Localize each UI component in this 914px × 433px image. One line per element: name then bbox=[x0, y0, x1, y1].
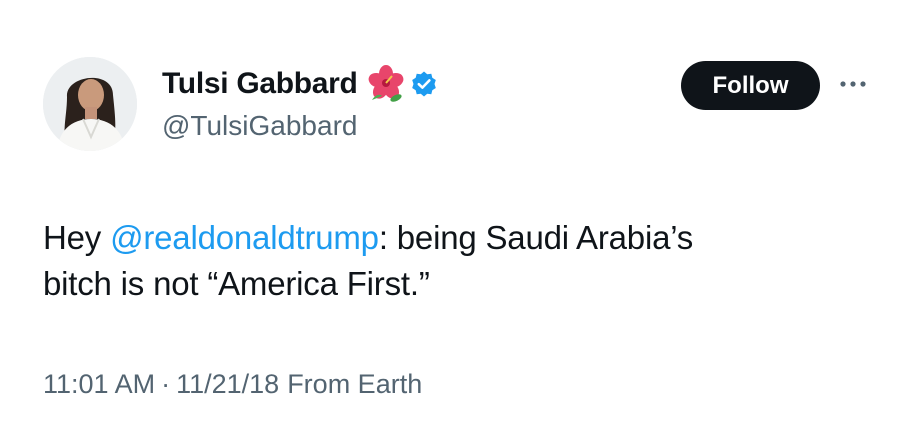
avatar[interactable] bbox=[43, 57, 137, 151]
hibiscus-icon bbox=[366, 64, 406, 104]
follow-button[interactable]: Follow bbox=[681, 61, 820, 110]
more-options-button[interactable] bbox=[838, 72, 868, 96]
tweet-text: Hey @realdonaldtrump: being Saudi Arabia… bbox=[43, 215, 883, 307]
user-handle[interactable]: @TulsiGabbard bbox=[162, 108, 438, 144]
tweet-text-line1-rest: : being Saudi Arabia’s bbox=[378, 219, 694, 256]
mention-link[interactable]: @realdonaldtrump bbox=[110, 219, 379, 256]
avatar-portrait-icon bbox=[43, 57, 137, 151]
more-horizontal-icon bbox=[840, 81, 866, 87]
tweet-metadata: 11:01 AM · 11/21/18 From Earth bbox=[43, 366, 422, 402]
name-row: Tulsi Gabbard bbox=[162, 64, 438, 104]
display-name[interactable]: Tulsi Gabbard bbox=[162, 64, 358, 104]
tweet-time[interactable]: 11:01 AM bbox=[43, 366, 155, 402]
tweet-source: From Earth bbox=[287, 369, 423, 399]
tweet-card: Tulsi Gabbard @TulsiGabbard Follow Hey @… bbox=[0, 0, 914, 433]
author-header: Tulsi Gabbard @TulsiGabbard bbox=[162, 64, 438, 144]
meta-separator: · bbox=[161, 369, 171, 399]
tweet-date[interactable]: 11/21/18 bbox=[176, 366, 279, 402]
tweet-text-line2: bitch is not “America First.” bbox=[43, 265, 430, 302]
tweet-text-start: Hey bbox=[43, 219, 111, 256]
verified-badge-icon[interactable] bbox=[410, 70, 438, 98]
